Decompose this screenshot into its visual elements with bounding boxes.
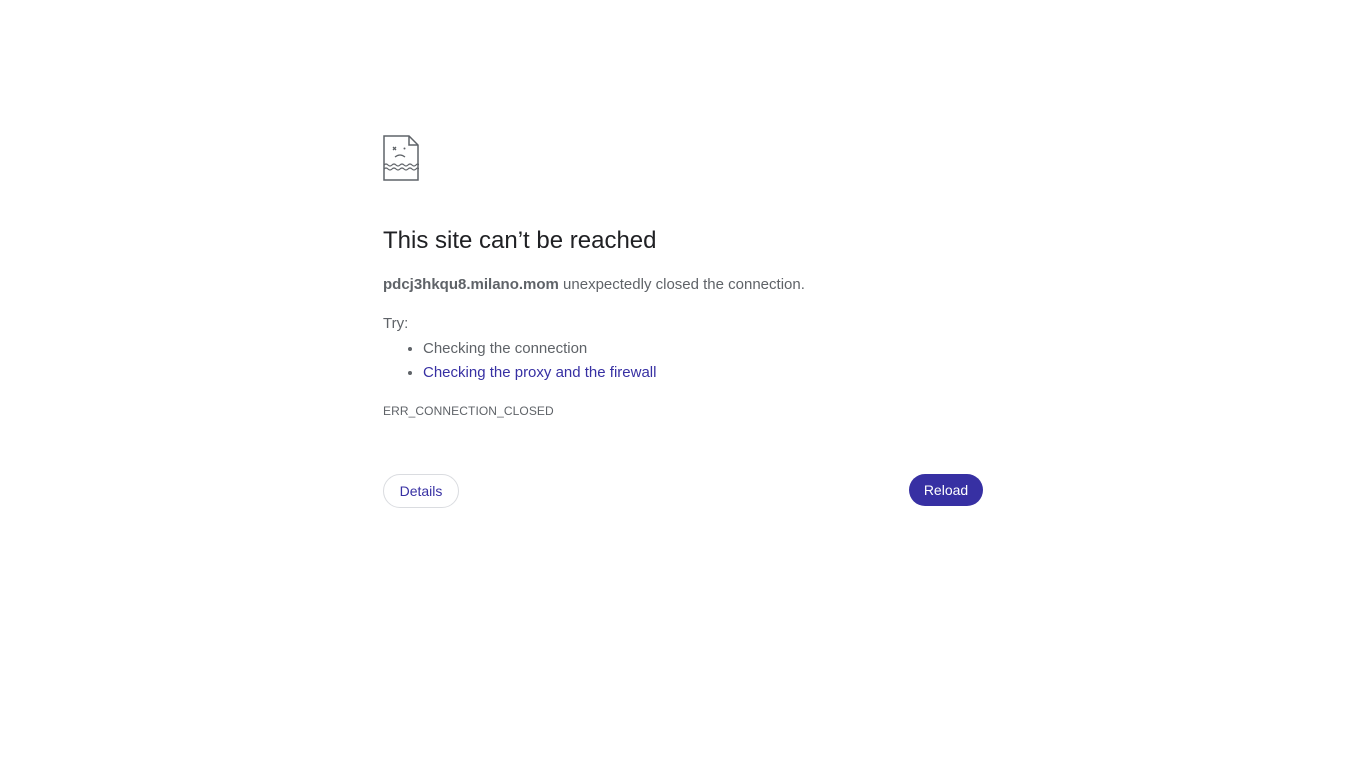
error-content: This site can’t be reached pdcj3hkqu8.mi… [383,135,983,508]
error-code: ERR_CONNECTION_CLOSED [383,404,554,418]
host-name: pdcj3hkqu8.milano.mom [383,276,559,293]
reload-button[interactable]: Reload [909,474,983,506]
details-button[interactable]: Details [383,474,459,508]
error-summary: pdcj3hkqu8.milano.mom unexpectedly close… [383,275,805,295]
proxy-firewall-link[interactable]: Checking the proxy and the firewall [423,364,656,381]
suggestion-check-proxy[interactable]: Checking the proxy and the firewall [423,361,656,385]
suggestion-text: Checking the connection [423,340,588,357]
error-page: This site can’t be reached pdcj3hkqu8.mi… [0,0,1366,768]
try-label: Try: [383,315,409,332]
page-title: This site can’t be reached [383,227,657,254]
suggestions-list: Checking the connection Checking the pro… [383,337,656,385]
sad-page-icon [383,135,419,181]
summary-message: unexpectedly closed the connection. [558,276,805,293]
suggestion-check-connection: Checking the connection [423,337,656,361]
